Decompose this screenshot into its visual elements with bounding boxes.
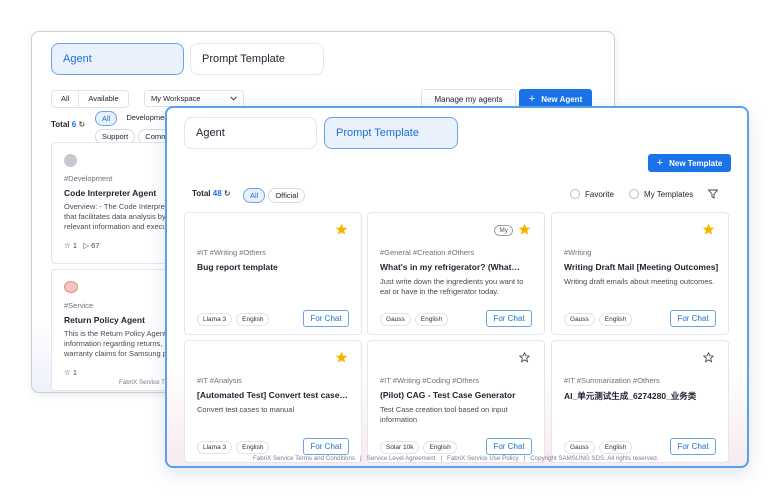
template-card[interactable]: #IT #Writing #Others Bug report template L… <box>184 212 362 335</box>
new-template-button[interactable]: + New Template <box>648 154 731 172</box>
copyright-text: Copyright SAMSUNG SDS. All rights reserv… <box>530 455 659 462</box>
total-count: Total 6 ↻ <box>51 120 86 129</box>
for-chat-button[interactable]: For Chat <box>486 438 532 455</box>
model-chip: English <box>423 441 457 454</box>
star-outline-icon[interactable]: ☆ <box>64 241 71 250</box>
template-chips: Llama 3 English <box>197 313 270 326</box>
star-filled-icon[interactable] <box>703 224 714 235</box>
filter-all[interactable]: All <box>52 91 78 107</box>
model-chip: Solar 10k <box>380 441 420 454</box>
play-icon: ▷ <box>83 241 90 250</box>
template-desc: Test Case creation tool based on input i… <box>380 405 508 424</box>
template-tags: #IT #Writing #Coding #Others <box>380 376 479 385</box>
agent-desc: Overview: - The Code Interpret that faci… <box>64 202 167 231</box>
template-desc: Just write down the ingredients you want… <box>380 277 524 296</box>
tab-prompt-template[interactable]: Prompt Template <box>190 43 324 75</box>
agent-stats: ☆ 1 <box>64 368 77 377</box>
template-tags: #Writing <box>564 248 592 257</box>
for-chat-button[interactable]: For Chat <box>303 310 349 327</box>
star-filled-icon[interactable] <box>336 224 347 235</box>
filter-all[interactable]: All <box>243 188 266 203</box>
template-card[interactable]: #IT #Analysis [Automated Test] Convert te… <box>184 340 362 463</box>
model-chip: English <box>236 441 270 454</box>
agent-stats: ☆ 1 ▷ 67 <box>64 241 100 250</box>
model-chip: Gauss <box>564 313 595 326</box>
template-desc: Writing draft emails about meeting outco… <box>564 277 715 286</box>
for-chat-button[interactable]: For Chat <box>670 438 716 455</box>
template-chips: Llama 3 English <box>197 441 270 454</box>
footer-text: FabriX Service T <box>119 379 165 386</box>
total-count: Total 48 ↻ <box>192 189 231 198</box>
plus-icon: + <box>528 93 536 105</box>
template-title: AI_单元测试生成_6274280_业务类 <box>564 391 697 401</box>
template-chips: Gauss English <box>564 441 633 454</box>
prompt-template-window: Agent Prompt Template + New Template Tot… <box>165 106 749 468</box>
my-badge: My <box>494 225 513 236</box>
model-chip: Llama 3 <box>197 313 233 326</box>
refresh-icon[interactable]: ↻ <box>78 120 85 129</box>
for-chat-button[interactable]: For Chat <box>303 438 349 455</box>
template-card[interactable]: #Writing Writing Draft Mail [Meeting Outc… <box>551 212 729 335</box>
agent-title: Code Interpreter Agent <box>64 188 157 198</box>
template-card[interactable]: #IT #Writing #Coding #Others (Pilot) CAG … <box>367 340 545 463</box>
template-filters: All Official <box>243 188 306 203</box>
model-chip: English <box>414 313 449 326</box>
template-chips: Gauss English <box>380 313 449 326</box>
favorite-checkbox[interactable]: Favorite <box>570 189 614 199</box>
template-card[interactable]: #IT #Summarization #Others AI_单元测试生成_6274… <box>551 340 729 463</box>
star-outline-icon[interactable] <box>703 352 714 363</box>
star-outline-icon[interactable] <box>519 352 530 363</box>
for-chat-button[interactable]: For Chat <box>670 310 716 327</box>
template-title: Writing Draft Mail [Meeting Outcomes] <box>564 262 719 272</box>
category-all[interactable]: All <box>95 111 118 126</box>
template-title: [Automated Test] Convert test cases… <box>197 390 352 400</box>
chevron-down-icon <box>230 96 237 101</box>
plus-icon: + <box>656 157 664 169</box>
filter-icon[interactable] <box>708 189 718 199</box>
template-title: What's in my refrigerator? (What… <box>380 262 520 272</box>
agent-avatar-icon <box>64 154 77 167</box>
template-card[interactable]: My #General #Creation #Others What's in my… <box>367 212 545 335</box>
star-outline-icon[interactable]: ☆ <box>64 368 71 377</box>
template-tags: #IT #Summarization #Others <box>564 376 660 385</box>
star-filled-icon[interactable] <box>336 352 347 363</box>
template-tags: #General #Creation #Others <box>380 248 475 257</box>
filter-official[interactable]: Official <box>268 188 306 203</box>
tab-prompt-template[interactable]: Prompt Template <box>324 117 458 149</box>
template-chips: Gauss English <box>564 313 633 326</box>
template-tags: #IT #Writing #Others <box>197 248 266 257</box>
template-chips: Solar 10k English <box>380 441 457 454</box>
model-chip: English <box>598 441 633 454</box>
template-desc: Convert test cases to manual <box>197 405 295 414</box>
template-title: (Pilot) CAG - Test Case Generator <box>380 390 516 400</box>
agent-title: Return Policy Agent <box>64 315 145 325</box>
star-filled-icon[interactable] <box>519 224 530 235</box>
agent-avatar-icon <box>64 281 78 293</box>
tab-agent[interactable]: Agent <box>184 117 317 149</box>
footer-links: FabriX Service Terms and Conditions | Se… <box>253 455 659 462</box>
model-chip: Gauss <box>380 313 411 326</box>
agent-desc: This is the Return Policy Agent, informa… <box>64 329 169 358</box>
use-policy-link[interactable]: FabriX Service Use Policy <box>447 455 519 462</box>
filter-available[interactable]: Available <box>78 91 127 107</box>
my-templates-checkbox[interactable]: My Templates <box>629 189 693 199</box>
template-tags: #IT #Analysis <box>197 376 242 385</box>
availability-filter: All Available <box>51 90 129 108</box>
model-chip: English <box>236 313 270 326</box>
tab-agent[interactable]: Agent <box>51 43 184 75</box>
model-chip: English <box>598 313 633 326</box>
for-chat-button[interactable]: For Chat <box>486 310 532 327</box>
model-chip: Gauss <box>564 441 595 454</box>
checkbox-icon <box>629 189 639 199</box>
terms-link[interactable]: FabriX Service Terms and Conditions <box>253 455 355 462</box>
checkbox-icon <box>570 189 580 199</box>
sla-link[interactable]: Service Level Agreement <box>367 455 436 462</box>
workspace-select[interactable]: My Workspace <box>144 90 244 107</box>
model-chip: Llama 3 <box>197 441 233 454</box>
template-title: Bug report template <box>197 262 278 272</box>
refresh-icon[interactable]: ↻ <box>224 189 231 198</box>
